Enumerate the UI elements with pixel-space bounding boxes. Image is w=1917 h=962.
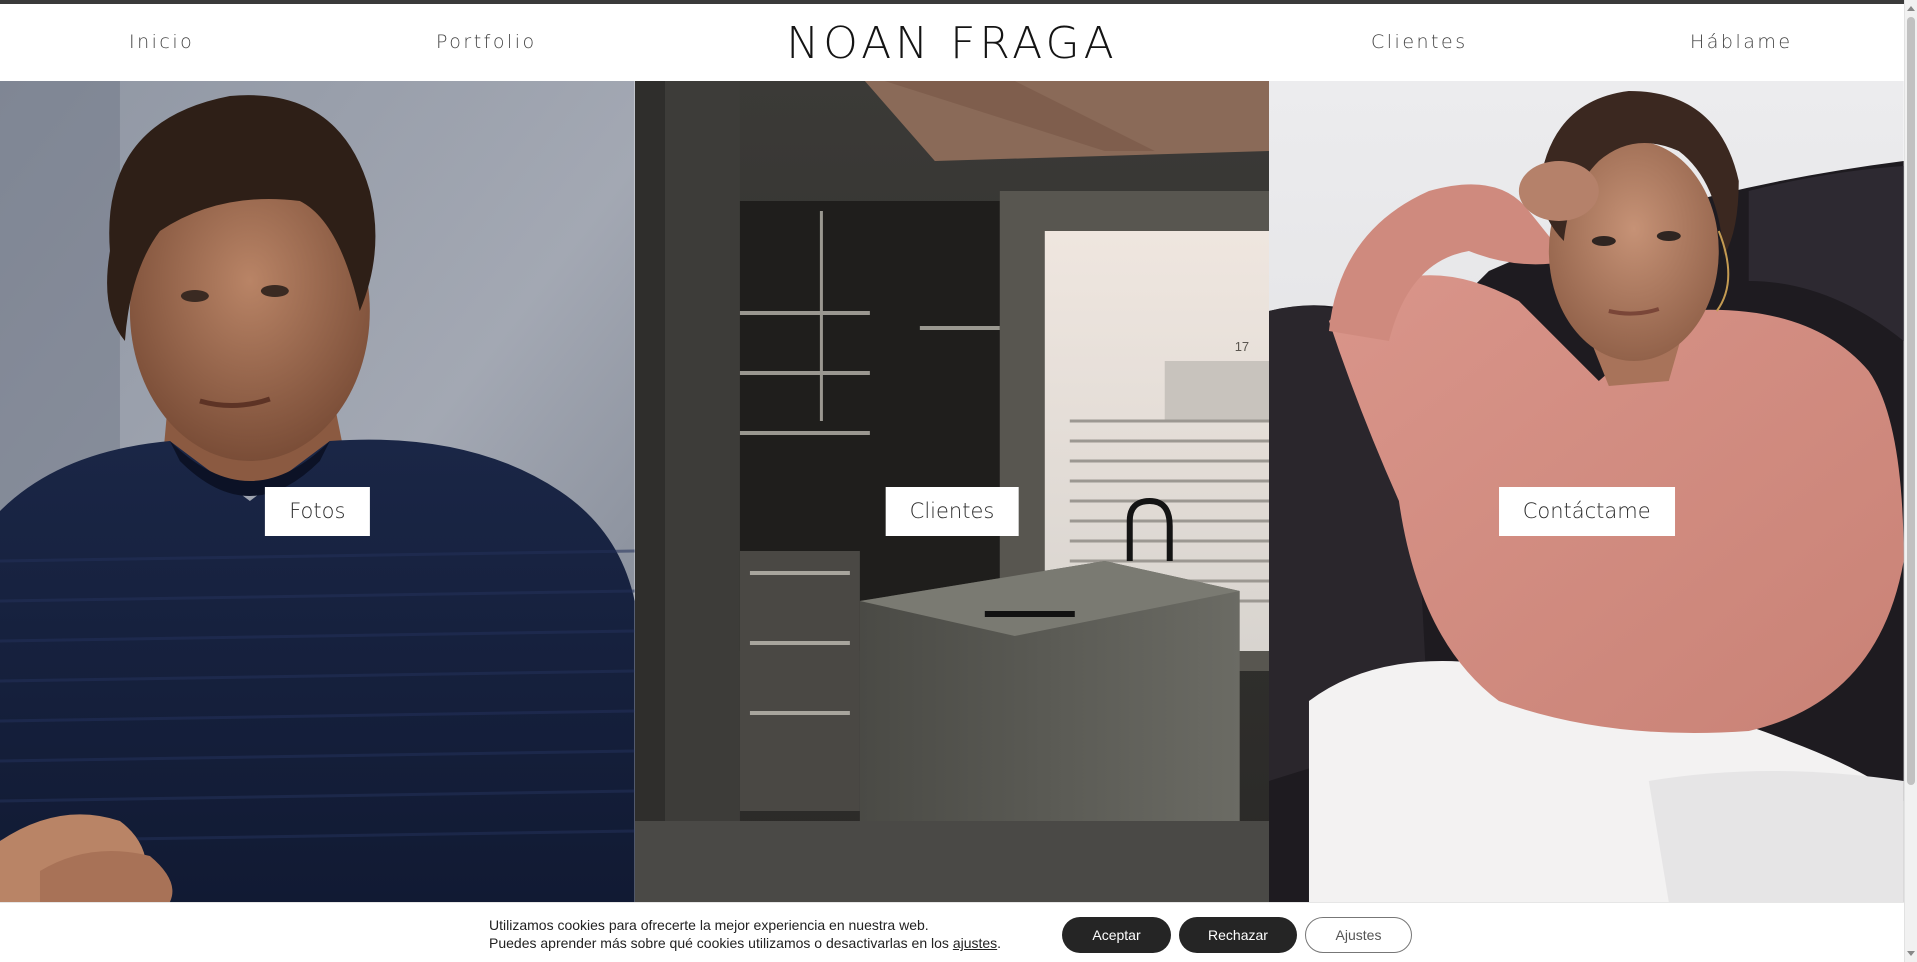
scroll-down-arrow-icon[interactable]	[1907, 951, 1915, 956]
panel-label-clientes[interactable]: Clientes	[885, 487, 1019, 536]
panel-clientes[interactable]: 17 Clientes	[634, 81, 1270, 902]
panel-label-contactame[interactable]: Contáctame	[1498, 487, 1675, 536]
browser-viewport: Inicio Portfolio NOAN FRAGA Clientes Háb…	[0, 0, 1917, 962]
site-logo-wrapper: NOAN FRAGA	[0, 4, 1904, 81]
nav-link-hablame[interactable]: Háblame	[1690, 4, 1793, 81]
scroll-up-arrow-icon[interactable]	[1907, 6, 1915, 11]
cookie-settings-button[interactable]: Ajustes	[1305, 917, 1412, 953]
panel-label-fotos[interactable]: Fotos	[265, 487, 370, 536]
panel-contactame[interactable]: Contáctame	[1269, 81, 1905, 902]
hero-panels: Fotos 17 Clientes Contáctame	[0, 81, 1905, 902]
cookie-settings-link[interactable]: ajustes	[953, 935, 997, 951]
room-number: 17	[1234, 339, 1248, 354]
cookie-message-line2-prefix: Puedes aprender más sobre qué cookies ut…	[489, 935, 953, 951]
accept-cookies-button[interactable]: Aceptar	[1062, 917, 1171, 953]
vertical-scrollbar[interactable]	[1904, 0, 1917, 962]
cookie-message-line1: Utilizamos cookies para ofrecerte la mej…	[489, 917, 929, 933]
cookie-message: Utilizamos cookies para ofrecerte la mej…	[489, 916, 1049, 952]
cookie-consent-bar: Utilizamos cookies para ofrecerte la mej…	[0, 902, 1904, 962]
site-header: Inicio Portfolio NOAN FRAGA Clientes Háb…	[0, 4, 1904, 81]
nav-link-inicio[interactable]: Inicio	[129, 4, 194, 81]
panel-fotos[interactable]: Fotos	[0, 81, 635, 902]
nav-link-portfolio[interactable]: Portfolio	[436, 4, 537, 81]
scrollbar-thumb[interactable]	[1907, 17, 1915, 785]
cookie-message-line2: Puedes aprender más sobre qué cookies ut…	[489, 934, 1049, 952]
nav-link-clientes[interactable]: Clientes	[1371, 4, 1468, 81]
cookie-message-line2-suffix: .	[997, 935, 1002, 951]
reject-cookies-button[interactable]: Rechazar	[1179, 917, 1297, 953]
site-logo[interactable]: NOAN FRAGA	[786, 18, 1117, 69]
page: Inicio Portfolio NOAN FRAGA Clientes Háb…	[0, 0, 1905, 962]
